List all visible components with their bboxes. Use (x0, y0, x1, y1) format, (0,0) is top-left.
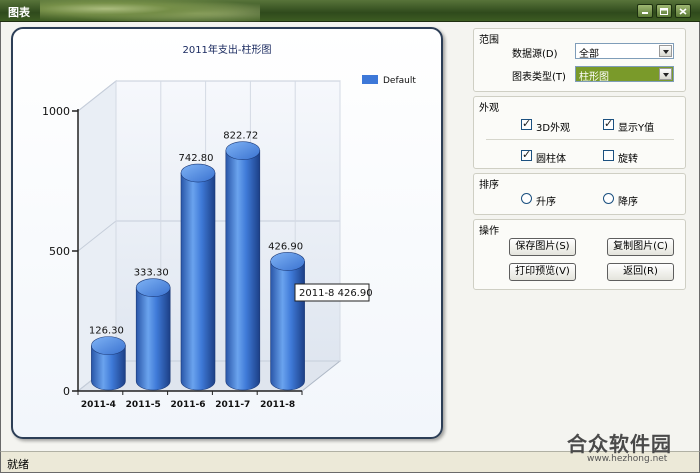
range-group: 范围 数据源(D) 全部 图表类型(T) 柱形图 (473, 28, 686, 92)
datasource-label: 数据源(D) (512, 49, 558, 60)
chevron-down-icon[interactable] (659, 45, 672, 57)
show-y-checkbox[interactable] (603, 117, 614, 130)
charttype-select[interactable]: 柱形图 (575, 66, 674, 83)
close-icon (679, 8, 687, 15)
y-tick-label: 1000 (42, 105, 70, 118)
appearance-group-title: 外观 (479, 103, 499, 114)
bar (270, 261, 305, 391)
ascending-radio[interactable] (521, 193, 532, 204)
3d-checkbox[interactable] (521, 117, 532, 130)
3d-label: 3D外观 (536, 123, 571, 134)
datasource-value: 全部 (579, 49, 599, 60)
bar-top (135, 278, 171, 297)
x-tick-label: 2011-6 (170, 400, 205, 410)
title-bar: 图表 (0, 0, 700, 22)
bar-top (91, 336, 126, 355)
charttype-label: 图表类型(T) (512, 72, 566, 83)
bar (225, 150, 261, 391)
y-tick-label: 0 (63, 385, 70, 398)
range-group-title: 范围 (479, 35, 499, 46)
x-tick-label: 2011-5 (126, 400, 161, 410)
x-tick-label: 2011-4 (81, 400, 116, 410)
chart-title: 2011年支出-柱形图 (182, 43, 271, 56)
back-button[interactable]: 返回(R) (607, 263, 674, 281)
chevron-down-icon[interactable] (659, 68, 672, 80)
bar-top (270, 252, 305, 271)
show-y-label: 显示Y值 (618, 123, 655, 134)
legend-label: Default (383, 76, 416, 86)
appearance-group: 外观 3D外观 显示Y值 圆柱体 旋转 (473, 96, 686, 169)
data-label: 126.30 (89, 326, 124, 337)
appearance-divider (486, 139, 674, 140)
legend-swatch (362, 75, 378, 84)
bar-chart: 0 500 1000 2011年支出-柱形图 Default 126.30 2011-4 33… (42, 43, 416, 410)
print-preview-button[interactable]: 打印预览(V) (509, 263, 576, 281)
chart-panel: 0 500 1000 2011年支出-柱形图 Default 126.30 2011-4 33… (11, 27, 443, 439)
bar-top (225, 141, 261, 160)
ascending-label: 升序 (536, 197, 556, 208)
x-tick-label: 2011-8 (260, 400, 295, 410)
operations-group-title: 操作 (479, 226, 499, 237)
data-label: 742.80 (179, 153, 214, 164)
window-title: 图表 (8, 6, 30, 19)
rotate-label: 旋转 (618, 154, 638, 165)
maximize-button[interactable] (656, 4, 672, 18)
x-tick-label: 2011-7 (215, 400, 250, 410)
rotate-checkbox[interactable] (603, 150, 614, 161)
bar (135, 287, 171, 391)
close-button[interactable] (675, 4, 691, 18)
descending-label: 降序 (618, 197, 638, 208)
bar (180, 172, 216, 391)
y-tick-label: 500 (49, 245, 70, 258)
data-label: 426.90 (268, 241, 303, 252)
title-banner-image (40, 0, 260, 22)
data-label: 333.30 (134, 268, 169, 279)
status-text: 就绪 (7, 458, 29, 471)
cylinder-checkbox[interactable] (521, 148, 532, 161)
charttype-value: 柱形图 (579, 72, 609, 83)
bar-top (180, 163, 216, 183)
data-label: 822.72 (223, 131, 258, 142)
maximize-icon (660, 8, 668, 15)
save-image-button[interactable]: 保存图片(S) (509, 238, 576, 256)
watermark-name: 合众软件园 (567, 432, 672, 456)
watermark-url: www.hezhong.net (587, 454, 668, 464)
minimize-button[interactable] (637, 4, 653, 18)
sort-group: 排序 升序 降序 (473, 173, 686, 215)
datasource-select[interactable]: 全部 (575, 43, 674, 60)
copy-image-button[interactable]: 复制图片(C) (607, 238, 674, 256)
main-area: 0 500 1000 2011年支出-柱形图 Default 126.30 2011-4 33… (0, 22, 700, 451)
cylinder-label: 圆柱体 (536, 154, 566, 165)
minimize-icon (642, 12, 648, 14)
tooltip-text: 2011-8 426.90 (299, 288, 373, 299)
sort-group-title: 排序 (479, 180, 499, 191)
operations-group: 操作 保存图片(S) 复制图片(C) 打印预览(V) 返回(R) (473, 219, 686, 290)
descending-radio[interactable] (603, 193, 614, 204)
